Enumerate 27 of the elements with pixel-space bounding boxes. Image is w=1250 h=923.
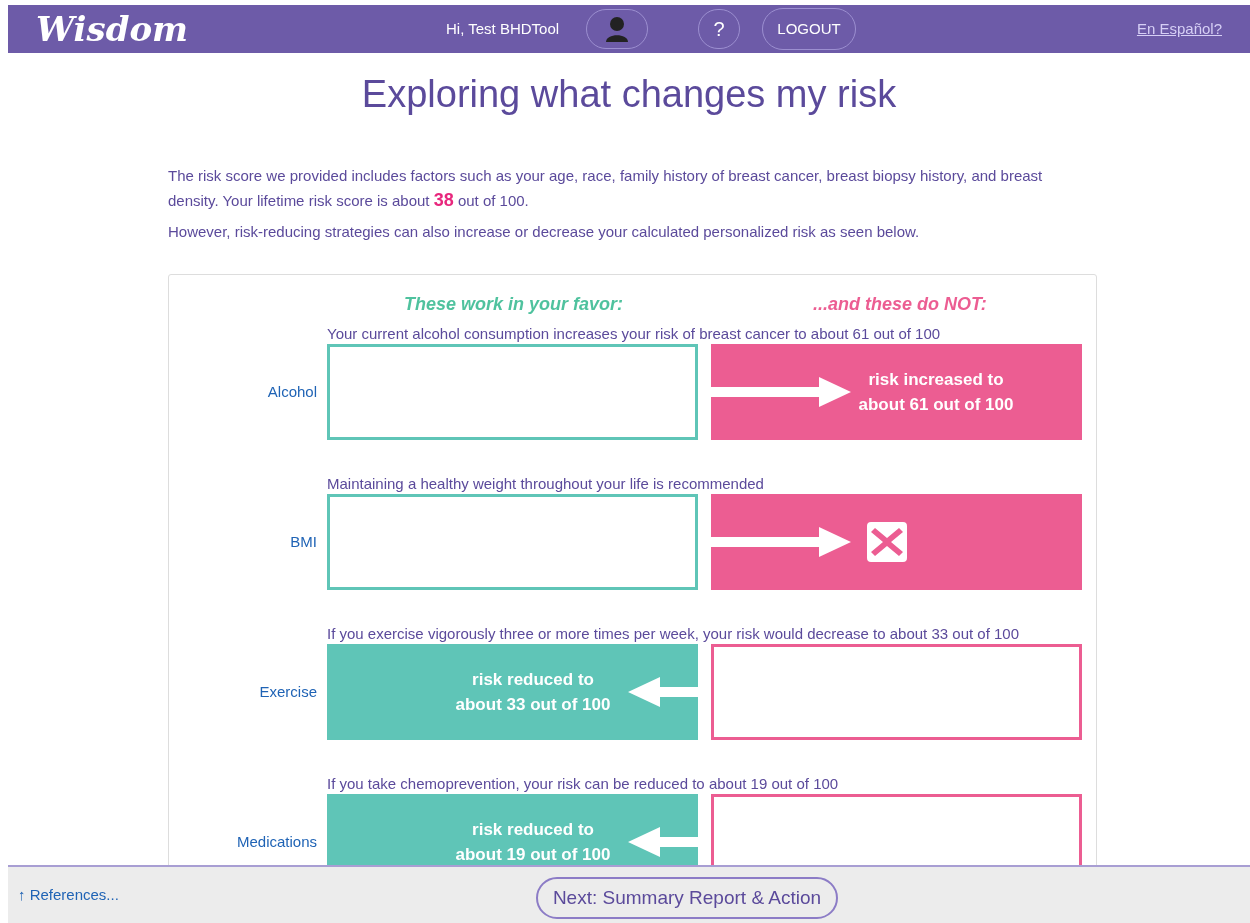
factor-label: Exercise xyxy=(258,681,317,702)
intro-paragraph: However, risk-reducing strategies can also increase or decrease your calculated personalized risk as seen below. xyxy=(168,222,921,242)
against-heading: ...and these do NOT: xyxy=(813,293,987,316)
risk-result-text: risk increased to about 61 out of 100 xyxy=(857,369,1015,416)
row-caption: Your current alcohol consumption increases your risk of breast cancer to about 61 out of 100 xyxy=(327,324,942,344)
intro-paragraph: The risk score we provided includes factors such as your age, race, family history of breast cancer, breast biopsy history, and breast density. Your lifetime risk score is about 38 out of 100. xyxy=(168,166,1044,212)
language-link[interactable]: En Español? xyxy=(1136,17,1222,41)
person-icon xyxy=(605,16,629,42)
factor-label: BMI xyxy=(289,531,317,552)
references-link[interactable]: ↑ References... xyxy=(18,883,119,907)
risk-result-text: risk reduced to about 19 out of 100 xyxy=(454,819,612,866)
cross-icon xyxy=(865,520,909,564)
factor-label: Medications xyxy=(235,831,317,852)
logo[interactable]: Wisdom xyxy=(36,3,446,55)
greeting-text: Hi, Test BHDTool xyxy=(446,18,561,39)
row-caption: If you take chemoprevention, your risk can be reduced to about 19 out of 100 xyxy=(327,774,840,794)
row-caption: If you exercise vigorously three or more times per week, your risk would decrease to about 33 out of 100 xyxy=(327,624,1020,644)
favor-heading: These work in your favor: xyxy=(404,293,624,316)
page-title: Exploring what changes my risk xyxy=(360,72,898,117)
arrow-left-icon xyxy=(628,827,698,857)
row-caption: Maintaining a healthy weight throughout your life is recommended xyxy=(327,474,765,494)
arrow-right-icon xyxy=(711,377,851,407)
arrow-right-icon xyxy=(711,527,851,557)
risk-result-text: risk reduced to about 33 out of 100 xyxy=(454,669,612,716)
factor-label: Alcohol xyxy=(266,381,317,402)
arrow-left-icon xyxy=(628,677,698,707)
next-button[interactable]: Next: Summary Report & Action xyxy=(535,877,839,919)
